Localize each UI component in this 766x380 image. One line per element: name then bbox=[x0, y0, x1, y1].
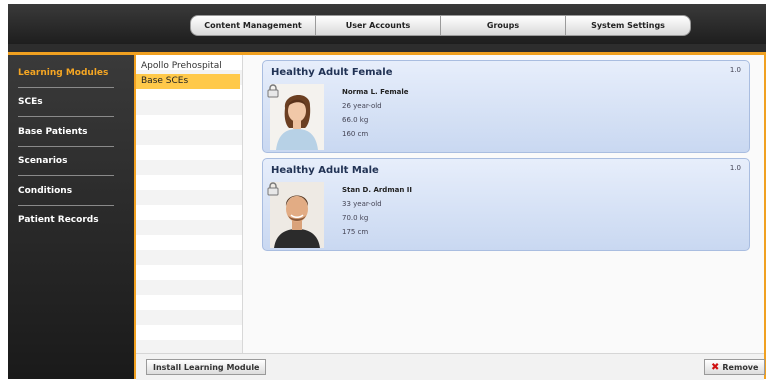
version-label: 1.0 bbox=[729, 164, 741, 172]
patient-weight: 70.0 kg bbox=[342, 214, 369, 222]
remove-x-icon: ✖ bbox=[711, 362, 720, 373]
sidebar-divider bbox=[18, 175, 114, 176]
sidebar: Learning Modules SCEs Base Patients Scen… bbox=[8, 55, 134, 379]
tab-user-accounts[interactable]: User Accounts bbox=[316, 16, 441, 35]
sidebar-item-scenarios[interactable]: Scenarios bbox=[18, 156, 118, 166]
sidebar-divider bbox=[18, 205, 114, 206]
tab-groups[interactable]: Groups bbox=[441, 16, 566, 35]
top-bar: Content Management User Accounts Groups … bbox=[8, 4, 766, 44]
sidebar-divider bbox=[18, 146, 114, 147]
sidebar-divider bbox=[18, 87, 114, 88]
patient-card-title: Healthy Adult Male bbox=[271, 165, 379, 176]
patient-name: Stan D. Ardman II bbox=[342, 186, 412, 194]
install-learning-module-button[interactable]: Install Learning Module bbox=[146, 359, 267, 375]
module-list: Apollo Prehospital Base SCEs bbox=[136, 55, 243, 353]
patient-card[interactable]: Healthy Adult Female 1.0 Norma L. Female… bbox=[262, 60, 750, 153]
sidebar-item-learning-modules[interactable]: Learning Modules bbox=[18, 68, 118, 78]
sidebar-item-base-patients[interactable]: Base Patients bbox=[18, 127, 118, 137]
sidebar-item-sces[interactable]: SCEs bbox=[18, 97, 118, 107]
sidebar-item-patient-records[interactable]: Patient Records bbox=[18, 215, 118, 225]
patient-height: 175 cm bbox=[342, 228, 369, 236]
tab-content-management[interactable]: Content Management bbox=[191, 16, 316, 35]
app-window: Content Management User Accounts Groups … bbox=[8, 4, 766, 380]
bottom-toolbar: Install Learning Module ✖ Remove bbox=[136, 353, 766, 380]
patient-weight: 66.0 kg bbox=[342, 116, 369, 124]
patient-card[interactable]: Healthy Adult Male 1.0 Stan D. Ardman II… bbox=[262, 158, 750, 251]
main-nav-tabs: Content Management User Accounts Groups … bbox=[190, 15, 691, 36]
lock-icon bbox=[267, 83, 279, 98]
module-item-base-sces[interactable]: Base SCEs bbox=[136, 74, 240, 89]
main-content: Apollo Prehospital Base SCEs Healthy Adu… bbox=[134, 55, 766, 380]
sidebar-item-conditions[interactable]: Conditions bbox=[18, 186, 118, 196]
remove-button[interactable]: ✖ Remove bbox=[704, 359, 766, 375]
patient-height: 160 cm bbox=[342, 130, 369, 138]
lock-icon bbox=[267, 181, 279, 196]
sidebar-divider bbox=[18, 116, 114, 117]
tab-system-settings[interactable]: System Settings bbox=[566, 16, 690, 35]
version-label: 1.0 bbox=[729, 66, 741, 74]
module-item-apollo-prehospital[interactable]: Apollo Prehospital bbox=[136, 59, 240, 74]
remove-label: Remove bbox=[722, 363, 759, 372]
patient-name: Norma L. Female bbox=[342, 88, 409, 96]
patient-age: 33 year-old bbox=[342, 200, 382, 208]
patient-card-title: Healthy Adult Female bbox=[271, 67, 393, 78]
patient-age: 26 year-old bbox=[342, 102, 382, 110]
